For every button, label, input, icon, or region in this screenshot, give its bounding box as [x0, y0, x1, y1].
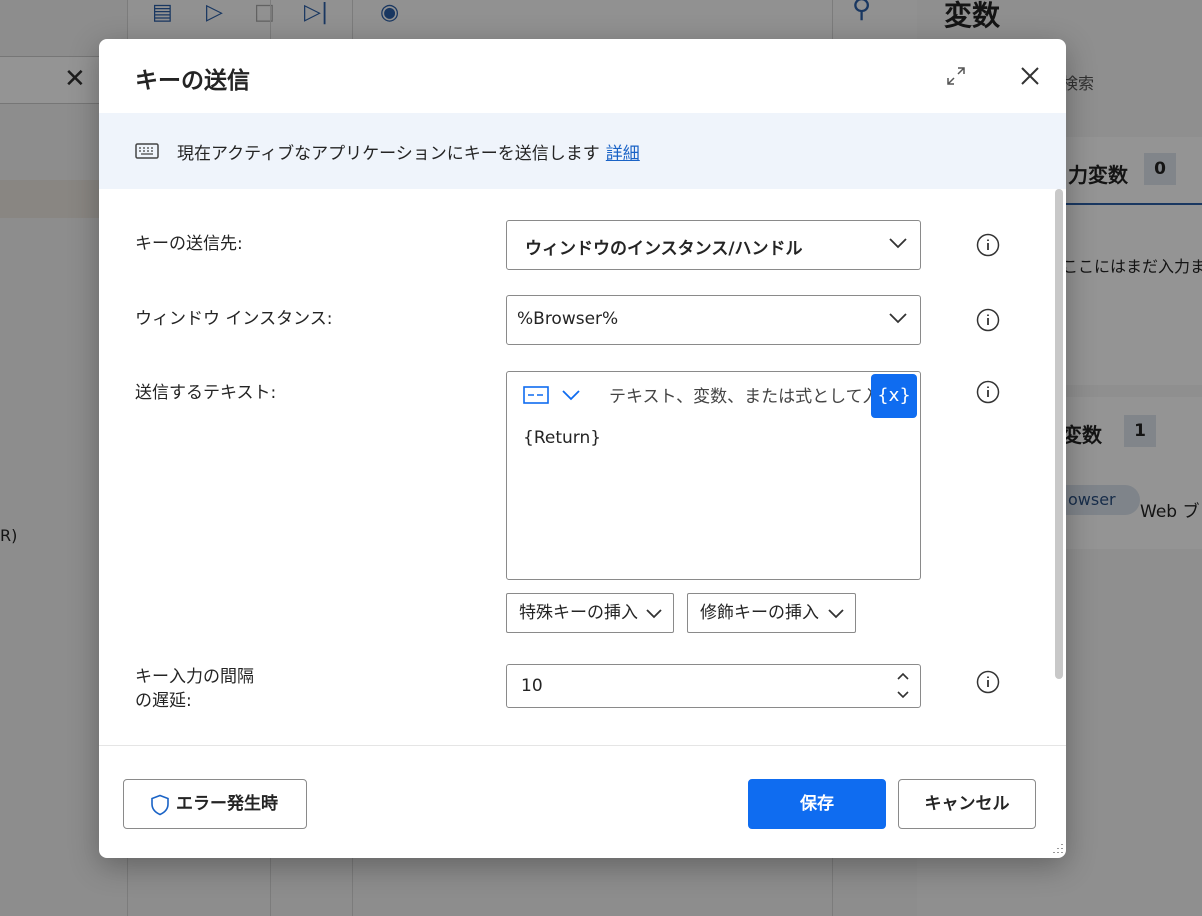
delay-label: キー入力の間隔 の遅延: — [135, 665, 254, 713]
instance-select-value: %Browser% — [517, 309, 619, 329]
instance-select[interactable]: %Browser% — [506, 295, 921, 345]
insert-variable-button[interactable]: {x} — [871, 374, 917, 418]
insert-modifier-key-label: 修飾キーの挿入 — [700, 603, 819, 623]
close-icon[interactable] — [1017, 63, 1043, 89]
delay-value: 10 — [521, 676, 543, 696]
save-button[interactable]: 保存 — [748, 779, 886, 829]
resize-grip-icon[interactable] — [1048, 840, 1064, 856]
banner-text: 現在アクティブなアプリケーションにキーを送信します — [177, 144, 600, 164]
chevron-down-icon — [889, 313, 907, 324]
cancel-button[interactable]: キャンセル — [898, 779, 1036, 829]
text-label: 送信するテキスト: — [135, 383, 277, 403]
keyboard-icon — [135, 143, 159, 159]
text-mode-icon[interactable] — [523, 386, 549, 404]
banner-description: 現在アクティブなアプリケーションにキーを送信します 詳細 — [177, 139, 640, 164]
chevron-down-icon[interactable] — [561, 388, 581, 402]
text-input-placeholder: テキスト、変数、または式として入力 — [609, 387, 897, 407]
on-error-button[interactable]: エラー発生時 — [123, 779, 307, 829]
info-icon[interactable] — [976, 233, 1000, 257]
insert-modifier-key-dropdown[interactable]: 修飾キーの挿入 — [687, 593, 856, 633]
details-link[interactable]: 詳細 — [606, 144, 640, 164]
instance-label: ウィンドウ インスタンス: — [135, 309, 333, 329]
info-icon[interactable] — [976, 670, 1000, 694]
target-label: キーの送信先: — [135, 234, 243, 254]
delay-label-line1: キー入力の間隔 — [135, 667, 254, 687]
footer-divider — [99, 745, 1066, 746]
chevron-down-icon — [889, 238, 907, 249]
text-input-value: {Return} — [523, 428, 602, 448]
text-input[interactable]: テキスト、変数、または式として入力 {x} {Return} — [506, 371, 921, 580]
delay-label-line2: の遅延: — [135, 691, 192, 711]
shield-icon — [151, 794, 169, 816]
chevron-down-icon[interactable] — [896, 690, 910, 700]
chevron-down-icon — [828, 609, 844, 619]
dialog-scrollbar[interactable] — [1055, 189, 1063, 679]
chevron-down-icon — [646, 609, 662, 619]
dialog-title: キーの送信 — [135, 68, 250, 94]
chevron-up-icon[interactable] — [896, 671, 910, 681]
info-icon[interactable] — [976, 308, 1000, 332]
target-select[interactable]: ウィンドウのインスタンス/ハンドル — [506, 220, 921, 270]
on-error-label: エラー発生時 — [176, 794, 278, 814]
expand-icon[interactable] — [945, 65, 967, 87]
send-keys-dialog: キーの送信 現在アクティブなアプリケーションにキーを送信します 詳細 キーの送信先… — [99, 39, 1066, 858]
delay-stepper[interactable]: 10 — [506, 664, 921, 708]
target-select-value: ウィンドウのインスタンス/ハンドル — [525, 239, 803, 259]
insert-special-key-dropdown[interactable]: 特殊キーの挿入 — [506, 593, 674, 633]
insert-special-key-label: 特殊キーの挿入 — [519, 603, 638, 623]
info-banner: 現在アクティブなアプリケーションにキーを送信します 詳細 — [99, 113, 1066, 189]
info-icon[interactable] — [976, 380, 1000, 404]
